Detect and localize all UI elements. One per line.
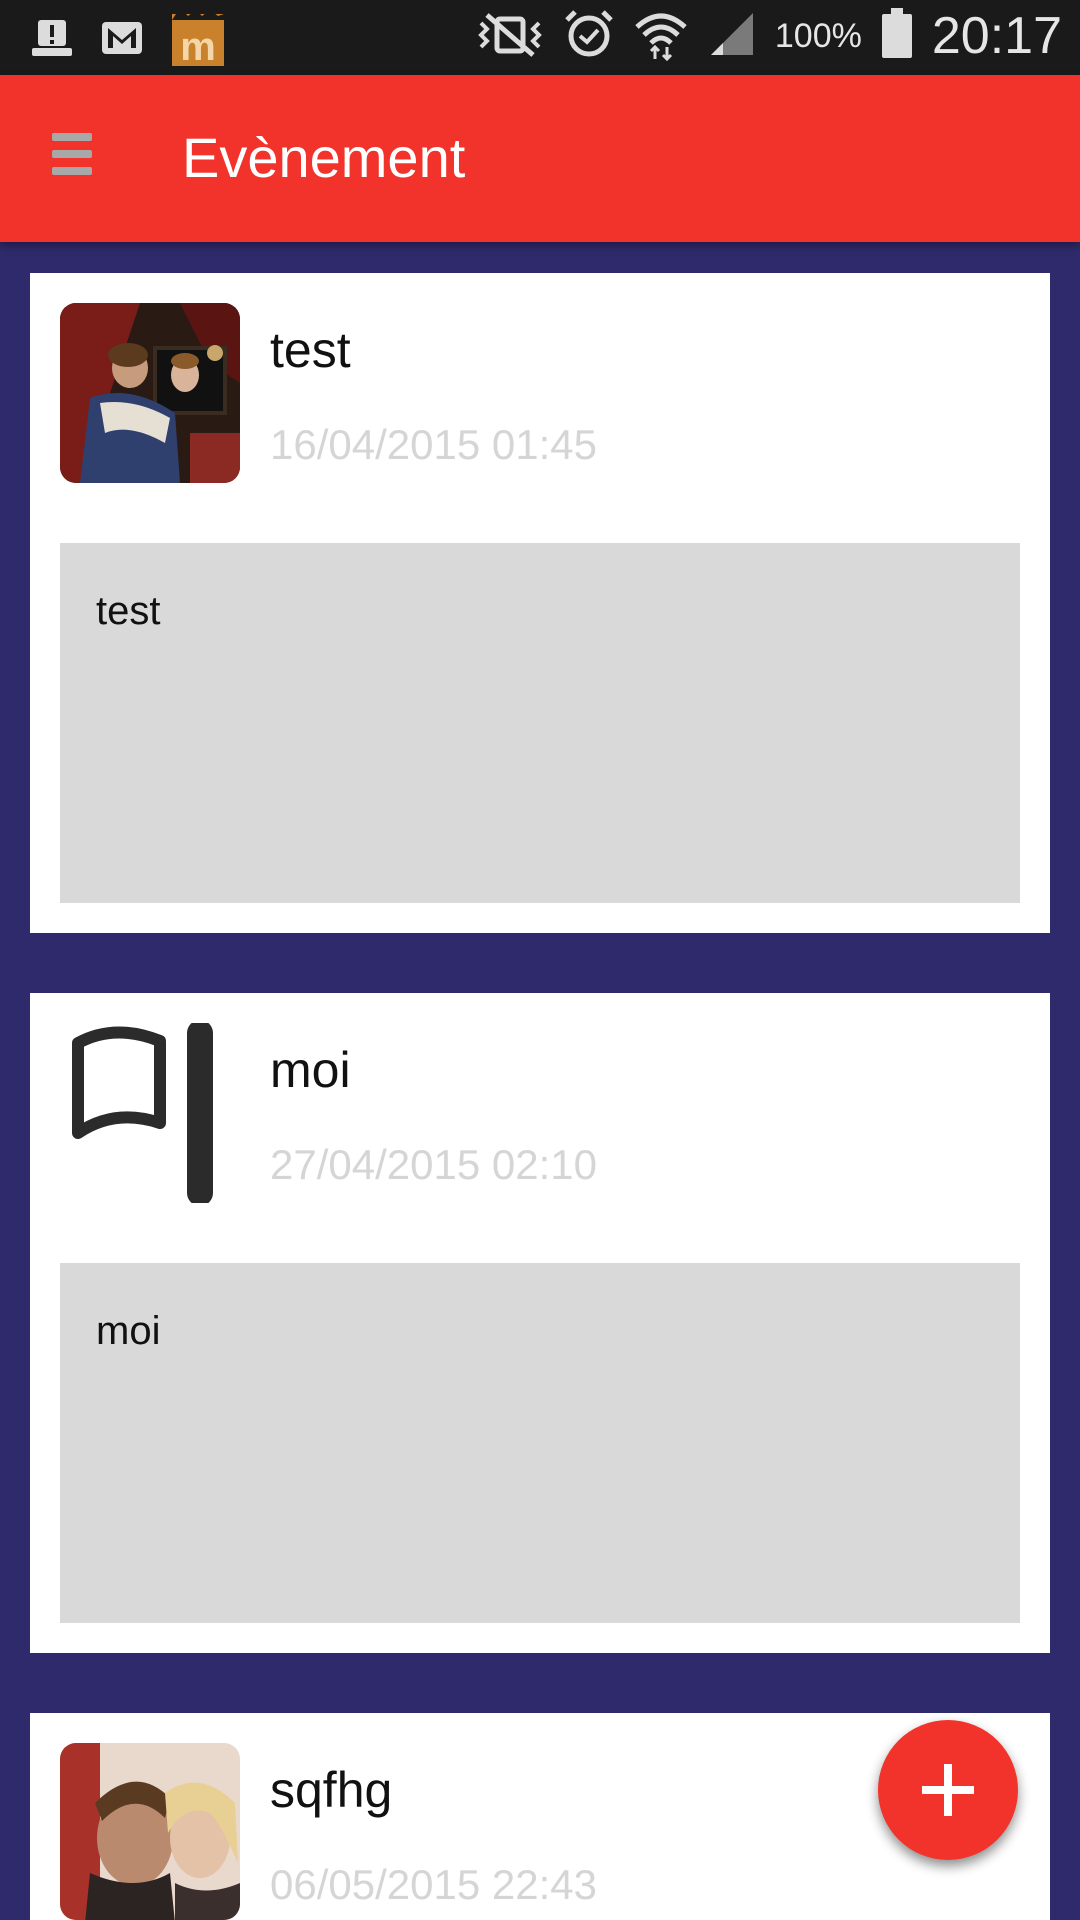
signal-icon [707,9,757,64]
menu-icon[interactable] [52,133,92,183]
battery-icon [880,7,914,65]
event-title: test [270,322,351,378]
notification-icon [28,14,76,67]
event-date: 16/04/2015 01:45 [270,421,597,468]
page-title: Evènement [182,126,466,189]
event-description: test [96,589,161,633]
gmail-icon [98,14,146,67]
wifi-icon [633,7,689,66]
event-description: moi [96,1309,161,1353]
clock: 20:17 [931,7,1062,65]
app-bar: Evènement [0,75,1080,242]
event-card[interactable]: test 16/04/2015 01:45 test [30,273,1050,933]
event-title: sqfhg [270,1762,393,1818]
flag-icon [60,1023,240,1203]
app-m-icon: m [168,10,228,71]
svg-text:m: m [180,25,216,66]
event-title: moi [270,1042,351,1098]
event-date: 27/04/2015 02:10 [270,1141,597,1188]
alarm-icon [563,8,615,65]
battery-percent: 100% [774,16,862,55]
event-date: 06/05/2015 22:43 [270,1861,597,1908]
event-card[interactable]: moi 27/04/2015 02:10 moi [30,993,1050,1653]
add-event-button[interactable] [878,1720,1018,1860]
status-bar: m 100% 20:17 [0,0,1080,75]
event-description-box: moi [60,1263,1020,1623]
plus-icon [922,1764,974,1816]
event-thumbnail-painting [60,303,240,483]
event-description-box: test [60,543,1020,903]
vibrate-mute-icon [475,9,545,64]
event-thumbnail-poster [60,1743,240,1920]
